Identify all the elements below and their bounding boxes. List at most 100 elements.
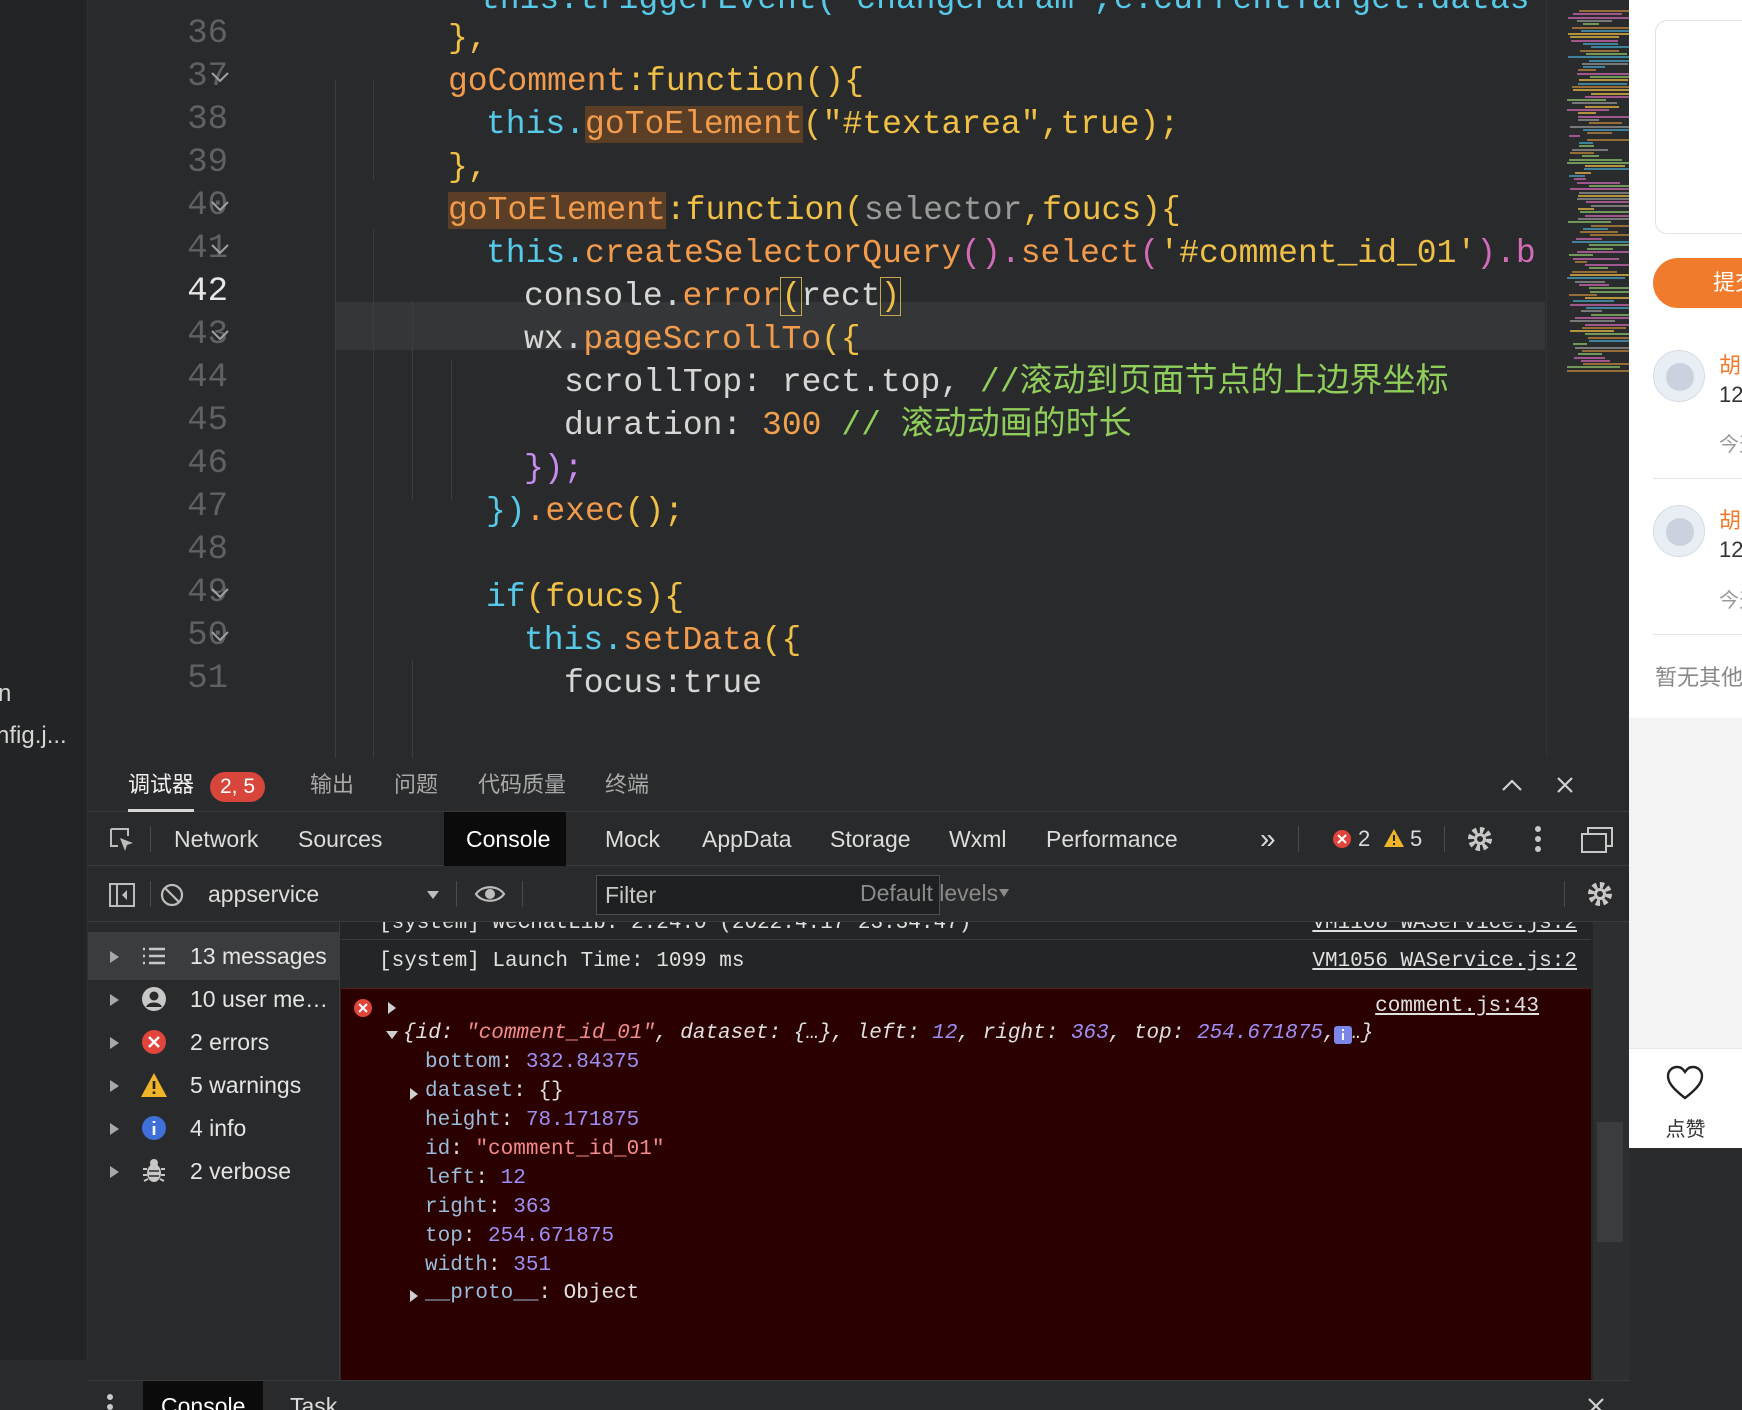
line-number: 46	[187, 445, 228, 483]
dropdown-arrow-icon[interactable]	[998, 888, 1010, 898]
context-selector[interactable]: appservice	[186, 867, 341, 921]
minimap-line	[1583, 128, 1629, 131]
minimap-line	[1577, 181, 1620, 184]
collapse-triangle-icon[interactable]	[385, 1030, 399, 1040]
fold-chevron-icon[interactable]	[210, 199, 230, 219]
error-count[interactable]: 2	[1338, 812, 1370, 866]
divider	[1653, 634, 1742, 635]
sidebar-item-label: 13 messages	[190, 943, 327, 969]
expand-triangle-icon[interactable]	[409, 1087, 419, 1101]
clear-console-icon[interactable]	[160, 883, 184, 907]
console-scrollbar[interactable]	[1593, 922, 1629, 1380]
kebab-menu-icon[interactable]	[106, 1393, 114, 1410]
object-summary[interactable]: {id: "comment_id_01", dataset: {…}, left…	[403, 1019, 1373, 1049]
sidebar-item-messages[interactable]: 13 messages	[88, 932, 340, 980]
undock-icon[interactable]	[1580, 826, 1614, 854]
object-property[interactable]: __proto__: Object	[425, 1280, 639, 1308]
expand-triangle-icon[interactable]	[387, 1001, 397, 1015]
drawer-tab-console[interactable]: Console	[143, 1381, 264, 1410]
source-link[interactable]: comment.js:43	[1375, 993, 1539, 1021]
minimap-line	[1576, 237, 1602, 240]
more-tabs-button[interactable]: »	[1260, 812, 1276, 866]
dropdown-arrow-icon[interactable]	[426, 890, 440, 900]
fold-chevron-icon[interactable]	[210, 629, 230, 649]
eye-icon[interactable]	[474, 883, 506, 905]
tab-problems[interactable]: 问题	[394, 758, 438, 812]
drawer-tab-task[interactable]: Task	[272, 1381, 355, 1410]
minimap-line	[1578, 115, 1629, 118]
minimap-line	[1585, 105, 1619, 108]
tab-storage[interactable]: Storage	[808, 812, 933, 866]
sidebar-item-info[interactable]: 4 info	[88, 1104, 340, 1152]
error-message[interactable]: comment.js:43 {id: "comment_id_01", data…	[341, 988, 1591, 1380]
minimap-line	[1578, 353, 1602, 356]
minimap-line	[1568, 33, 1629, 36]
sidebar-item-label: 10 user me…	[190, 986, 329, 1012]
sidebar-item-verbose[interactable]: 2 verbose	[88, 1147, 340, 1195]
minimap-line	[1569, 135, 1580, 138]
comment-textarea[interactable]	[1655, 20, 1742, 234]
info-badge-icon[interactable]	[1333, 1025, 1353, 1045]
minimap-line	[1579, 10, 1629, 12]
scrollbar-thumb[interactable]	[1597, 1122, 1623, 1242]
console-output[interactable]: [system] WeChatLib: 2.24.0 (2022.4.17 23…	[341, 922, 1629, 1380]
sidebar-item-errors[interactable]: 2 errors	[88, 1018, 340, 1066]
code-line: this.triggerEvent("changeParam",e.curren…	[480, 0, 1530, 24]
log-levels-dropdown[interactable]: Default levels	[838, 866, 1020, 920]
tab-mock[interactable]: Mock	[583, 812, 682, 866]
devtools-panel: 调试器 2, 5 输出 问题 代码质量 终端 Network Sources C…	[88, 758, 1629, 1410]
tab-terminal[interactable]: 终端	[605, 758, 649, 812]
tab-code-quality[interactable]: 代码质量	[478, 758, 566, 812]
object-property[interactable]: dataset: {}	[425, 1078, 564, 1106]
sidebar-toggle-icon[interactable]	[108, 882, 136, 908]
source-link[interactable]: VM1056 WAService.js:2	[1312, 948, 1577, 976]
fold-chevron-icon[interactable]	[210, 586, 230, 606]
tab-debugger[interactable]: 调试器	[128, 758, 195, 812]
tab-performance[interactable]: Performance	[1024, 812, 1200, 866]
expand-triangle-icon[interactable]	[409, 1289, 419, 1303]
tab-network[interactable]: Network	[152, 812, 280, 866]
tab-output[interactable]: 输出	[310, 758, 354, 812]
kebab-menu-icon[interactable]	[1534, 825, 1542, 853]
explorer-item[interactable]: nfig.j...	[0, 722, 67, 750]
explorer-item[interactable]: n	[0, 680, 11, 708]
simulator-pane: 提交 胡 12 今天 胡 12 今天 暂无其他 点赞	[1629, 0, 1742, 1410]
tab-sources[interactable]: Sources	[276, 812, 404, 866]
close-icon[interactable]	[1554, 774, 1576, 796]
sidebar-item-warnings[interactable]: 5 warnings	[88, 1061, 340, 1109]
console-settings-gear-icon[interactable]	[1586, 880, 1614, 908]
fold-chevron-icon[interactable]	[210, 70, 230, 90]
minimap-line	[1585, 264, 1629, 267]
tab-console[interactable]: Console	[444, 812, 566, 866]
indent-guide	[373, 80, 374, 180]
minimap-line	[1587, 138, 1629, 141]
page-background	[1629, 718, 1742, 1048]
object-property: id: "comment_id_01"	[425, 1138, 665, 1161]
submit-button[interactable]: 提交	[1653, 258, 1742, 308]
minimap-line	[1583, 227, 1608, 230]
minimap-line	[1581, 310, 1602, 313]
like-button[interactable]: 点赞	[1629, 1048, 1742, 1148]
minimap[interactable]	[1546, 0, 1629, 758]
code-text-area[interactable]: this.triggerEvent("changeParam",e.curren…	[248, 0, 1545, 758]
warning-count[interactable]: 5	[1388, 812, 1422, 866]
fold-chevron-icon[interactable]	[210, 328, 230, 348]
minimap-line	[1567, 366, 1620, 369]
tab-wxml[interactable]: Wxml	[927, 812, 1028, 866]
fold-chevron-icon[interactable]	[210, 242, 230, 262]
sidebar-item-user-messages[interactable]: 10 user me…	[88, 975, 340, 1023]
minimap-line	[1591, 46, 1629, 49]
source-link[interactable]: VM1108 WAService.js:2	[1312, 922, 1577, 938]
close-icon[interactable]	[1586, 1396, 1606, 1410]
minimap-line	[1586, 201, 1629, 204]
code-line: goComment:function(){	[448, 63, 864, 100]
inspect-element-icon[interactable]	[108, 826, 136, 854]
sidebar-item-label: 2 errors	[190, 1029, 270, 1055]
tab-appdata[interactable]: AppData	[680, 812, 814, 866]
minimap-line	[1577, 198, 1629, 201]
gear-icon[interactable]	[1466, 825, 1494, 853]
minimap-line	[1585, 95, 1629, 98]
minimap-line	[1586, 307, 1629, 309]
chevron-up-icon[interactable]	[1500, 776, 1524, 794]
code-editor[interactable]: 36 37 38 39 40 41 42 43 44 45 46 47 48 4…	[88, 0, 1629, 758]
